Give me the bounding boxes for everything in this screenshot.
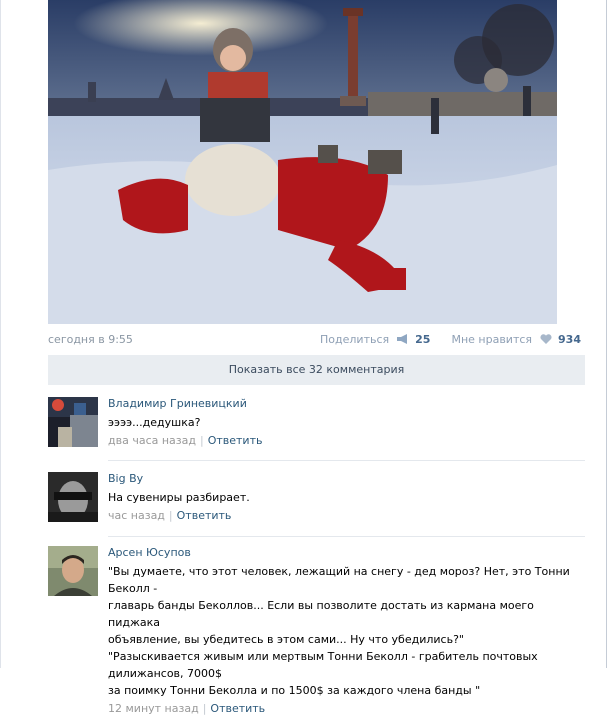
- comment-text-line: главарь банды Бекол­лов... Если вы позво…: [108, 599, 534, 629]
- comment-text-line: объявление, вы убедитесь в этом сами... …: [108, 633, 464, 646]
- comment-text-line: "Разыскивается живым или мертвым Тонни Б…: [108, 650, 538, 680]
- share-count: 25: [415, 333, 431, 346]
- comment-item: Арсен Юсупов "Вы думаете, что этот челов…: [48, 546, 585, 715]
- heart-icon: [540, 334, 552, 344]
- comment-divider: [108, 536, 585, 537]
- comment-item: Владимир Гриневицкий ээээ...дедушка? два…: [48, 397, 585, 447]
- comment-footer: 12 минут назад | Ответить: [108, 702, 266, 715]
- avatar[interactable]: [48, 472, 98, 522]
- comment-author[interactable]: Владимир Гриневицкий: [108, 397, 585, 411]
- like-label: Мне нравится: [451, 333, 533, 346]
- comment-author[interactable]: Арсен Юсупов: [108, 546, 585, 560]
- comment-text: "Вы думаете, что этот человек, лежащий н…: [108, 563, 585, 699]
- post-photo[interactable]: [48, 0, 557, 324]
- share-label: Поделиться: [320, 333, 390, 346]
- comment-time[interactable]: два часа назад: [108, 434, 196, 447]
- like-count: 934: [558, 333, 581, 346]
- photo-image: [48, 0, 557, 324]
- comment-text-line: "Вы думаете, что этот человек, лежащий н…: [108, 565, 570, 595]
- comment-time[interactable]: 12 минут назад: [108, 702, 199, 715]
- reply-link[interactable]: Ответить: [210, 702, 265, 715]
- post-date[interactable]: сегодня в 9:55: [48, 333, 133, 346]
- avatar-image: [48, 472, 98, 522]
- avatar-image: [48, 546, 98, 596]
- reply-link[interactable]: Ответить: [177, 509, 232, 522]
- comment-text-line: за поимку Тонни Беколла и по 1500$ за ка…: [108, 684, 481, 697]
- megaphone-icon: [396, 334, 407, 344]
- like-button[interactable]: Мне нравится 934: [451, 333, 581, 346]
- comment-author[interactable]: Big By: [108, 472, 585, 486]
- comment-item: Big By На сувениры разбирает. час назад |…: [48, 472, 585, 522]
- show-all-comments-button[interactable]: Показать все 32 комментария: [48, 355, 585, 385]
- comment-divider: [108, 460, 585, 461]
- avatar-image: [48, 397, 98, 447]
- share-button[interactable]: Поделиться 25: [320, 333, 434, 346]
- comment-text: На сувениры разбирает.: [108, 491, 250, 504]
- avatar[interactable]: [48, 546, 98, 596]
- comment-text: ээээ...дедушка?: [108, 416, 201, 429]
- post-meta: сегодня в 9:55 Поделиться 25 Мне нравитс…: [48, 333, 581, 347]
- comment-footer: два часа назад | Ответить: [108, 434, 263, 447]
- reply-link[interactable]: Ответить: [208, 434, 263, 447]
- avatar[interactable]: [48, 397, 98, 447]
- comment-footer: час назад | Ответить: [108, 509, 232, 522]
- comment-time[interactable]: час назад: [108, 509, 165, 522]
